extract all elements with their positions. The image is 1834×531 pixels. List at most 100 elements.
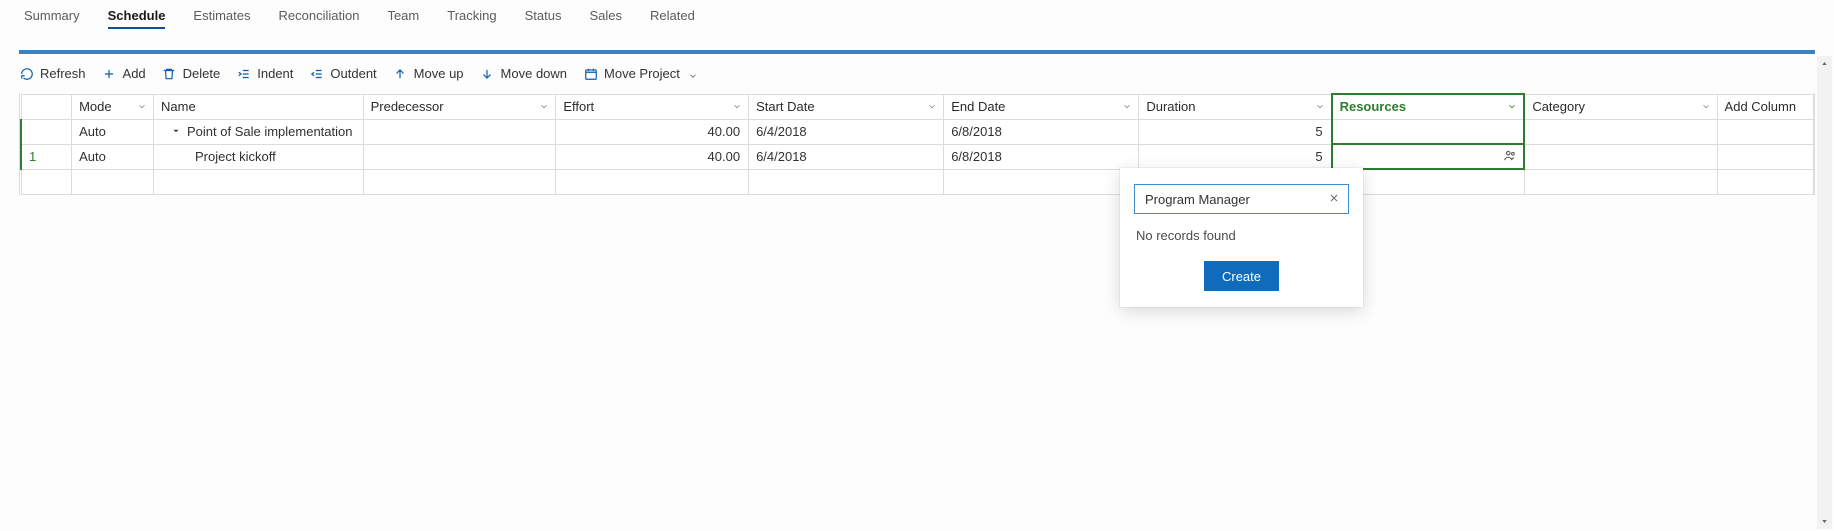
- moveproject-button[interactable]: Move Project: [583, 64, 698, 83]
- cell-enddate[interactable]: 6/8/2018: [944, 119, 1139, 144]
- table-row-empty[interactable]: [21, 169, 1814, 194]
- tabs-bar: Summary Schedule Estimates Reconciliatio…: [0, 0, 1834, 30]
- header-startdate[interactable]: Start Date: [749, 94, 944, 119]
- tab-team[interactable]: Team: [387, 8, 419, 29]
- cell-effort[interactable]: 40.00: [556, 119, 749, 144]
- plus-icon: [102, 66, 117, 81]
- chevron-down-icon[interactable]: [1315, 99, 1325, 114]
- indent-label: Indent: [257, 66, 293, 81]
- cell-addcolumn[interactable]: [1717, 144, 1813, 169]
- movedown-label: Move down: [501, 66, 567, 81]
- delete-button[interactable]: Delete: [162, 64, 221, 83]
- task-name-text: Point of Sale implementation: [187, 124, 352, 139]
- cell-startdate[interactable]: 6/4/2018: [749, 144, 944, 169]
- clear-icon[interactable]: [1328, 192, 1340, 207]
- header-category[interactable]: Category: [1524, 94, 1717, 119]
- cell-effort[interactable]: 40.00: [556, 144, 749, 169]
- header-effort-label: Effort: [563, 99, 594, 114]
- outdent-button[interactable]: Outdent: [309, 64, 376, 83]
- cell-rowindex[interactable]: 1: [21, 144, 72, 169]
- collapse-icon[interactable]: [171, 124, 181, 139]
- schedule-grid: Mode Name Predecessor Effort Start Date: [19, 93, 1815, 195]
- tab-reconciliation[interactable]: Reconciliation: [279, 8, 360, 29]
- chevron-down-icon[interactable]: [927, 99, 937, 114]
- header-predecessor[interactable]: Predecessor: [363, 94, 556, 119]
- table-row[interactable]: Auto Point of Sale implementation 40.00 …: [21, 119, 1814, 144]
- chevron-down-icon[interactable]: [539, 99, 549, 114]
- cell-category[interactable]: [1524, 119, 1717, 144]
- cell-empty[interactable]: [944, 169, 1139, 194]
- chevron-down-icon[interactable]: [1507, 99, 1517, 114]
- cell-empty[interactable]: [749, 169, 944, 194]
- cell-empty[interactable]: [556, 169, 749, 194]
- calendar-icon: [583, 66, 598, 81]
- cell-mode[interactable]: Auto: [72, 119, 154, 144]
- refresh-button[interactable]: Refresh: [19, 64, 86, 83]
- header-predecessor-label: Predecessor: [371, 99, 444, 114]
- header-startdate-label: Start Date: [756, 99, 815, 114]
- indent-button[interactable]: Indent: [236, 64, 293, 83]
- vertical-scrollbar[interactable]: [1817, 56, 1832, 529]
- create-button[interactable]: Create: [1204, 261, 1279, 291]
- tab-sales[interactable]: Sales: [589, 8, 622, 29]
- cell-empty[interactable]: [72, 169, 154, 194]
- cell-duration[interactable]: 5: [1139, 119, 1332, 144]
- header-effort[interactable]: Effort: [556, 94, 749, 119]
- chevron-down-icon[interactable]: [137, 99, 147, 114]
- arrow-down-icon: [480, 66, 495, 81]
- cell-addcolumn[interactable]: [1717, 119, 1813, 144]
- chevron-down-icon[interactable]: [1122, 99, 1132, 114]
- lookup-search-input[interactable]: [1143, 191, 1328, 208]
- cell-duration[interactable]: 5: [1139, 144, 1332, 169]
- cell-empty[interactable]: [1524, 169, 1717, 194]
- header-duration[interactable]: Duration: [1139, 94, 1332, 119]
- tab-related[interactable]: Related: [650, 8, 695, 29]
- cell-empty[interactable]: [1717, 169, 1813, 194]
- header-rowindex[interactable]: [21, 94, 72, 119]
- cell-rowindex[interactable]: [21, 119, 72, 144]
- add-button[interactable]: Add: [102, 64, 146, 83]
- chevron-down-icon[interactable]: [1701, 99, 1711, 114]
- header-resources[interactable]: Resources: [1332, 94, 1525, 119]
- tab-summary[interactable]: Summary: [24, 8, 80, 29]
- cell-startdate[interactable]: 6/4/2018: [749, 119, 944, 144]
- header-name[interactable]: Name: [154, 94, 364, 119]
- moveup-button[interactable]: Move up: [393, 64, 464, 83]
- cell-predecessor[interactable]: [363, 144, 556, 169]
- cell-empty[interactable]: [21, 169, 72, 194]
- scroll-up-icon[interactable]: [1817, 56, 1832, 71]
- cell-empty[interactable]: [154, 169, 364, 194]
- tab-schedule[interactable]: Schedule: [108, 8, 166, 29]
- tab-status[interactable]: Status: [525, 8, 562, 29]
- tab-estimates[interactable]: Estimates: [193, 8, 250, 29]
- people-icon[interactable]: [1503, 148, 1517, 165]
- indent-icon: [236, 66, 251, 81]
- grid-toolbar: Refresh Add Delete Indent Outdent: [0, 54, 1834, 93]
- cell-mode[interactable]: Auto: [72, 144, 154, 169]
- header-addcolumn[interactable]: Add Column: [1717, 94, 1813, 119]
- cell-predecessor[interactable]: [363, 119, 556, 144]
- header-duration-label: Duration: [1146, 99, 1195, 114]
- chevron-down-icon: [688, 69, 698, 79]
- cell-category[interactable]: [1524, 144, 1717, 169]
- resource-lookup-popup: No records found Create: [1120, 168, 1363, 307]
- add-label: Add: [123, 66, 146, 81]
- cell-enddate[interactable]: 6/8/2018: [944, 144, 1139, 169]
- movedown-button[interactable]: Move down: [480, 64, 567, 83]
- table-row[interactable]: 1 Auto Project kickoff 40.00 6/4/2018 6/…: [21, 144, 1814, 169]
- cell-name[interactable]: Point of Sale implementation: [154, 119, 364, 144]
- header-enddate[interactable]: End Date: [944, 94, 1139, 119]
- cell-resources[interactable]: [1332, 119, 1525, 144]
- cell-resources-active[interactable]: [1332, 144, 1525, 169]
- header-row: Mode Name Predecessor Effort Start Date: [21, 94, 1814, 119]
- cell-name[interactable]: Project kickoff: [154, 144, 364, 169]
- outdent-icon: [309, 66, 324, 81]
- outdent-label: Outdent: [330, 66, 376, 81]
- scroll-down-icon[interactable]: [1817, 514, 1832, 529]
- trash-icon: [162, 66, 177, 81]
- header-mode[interactable]: Mode: [72, 94, 154, 119]
- moveup-label: Move up: [414, 66, 464, 81]
- tab-tracking[interactable]: Tracking: [447, 8, 496, 29]
- chevron-down-icon[interactable]: [732, 99, 742, 114]
- cell-empty[interactable]: [363, 169, 556, 194]
